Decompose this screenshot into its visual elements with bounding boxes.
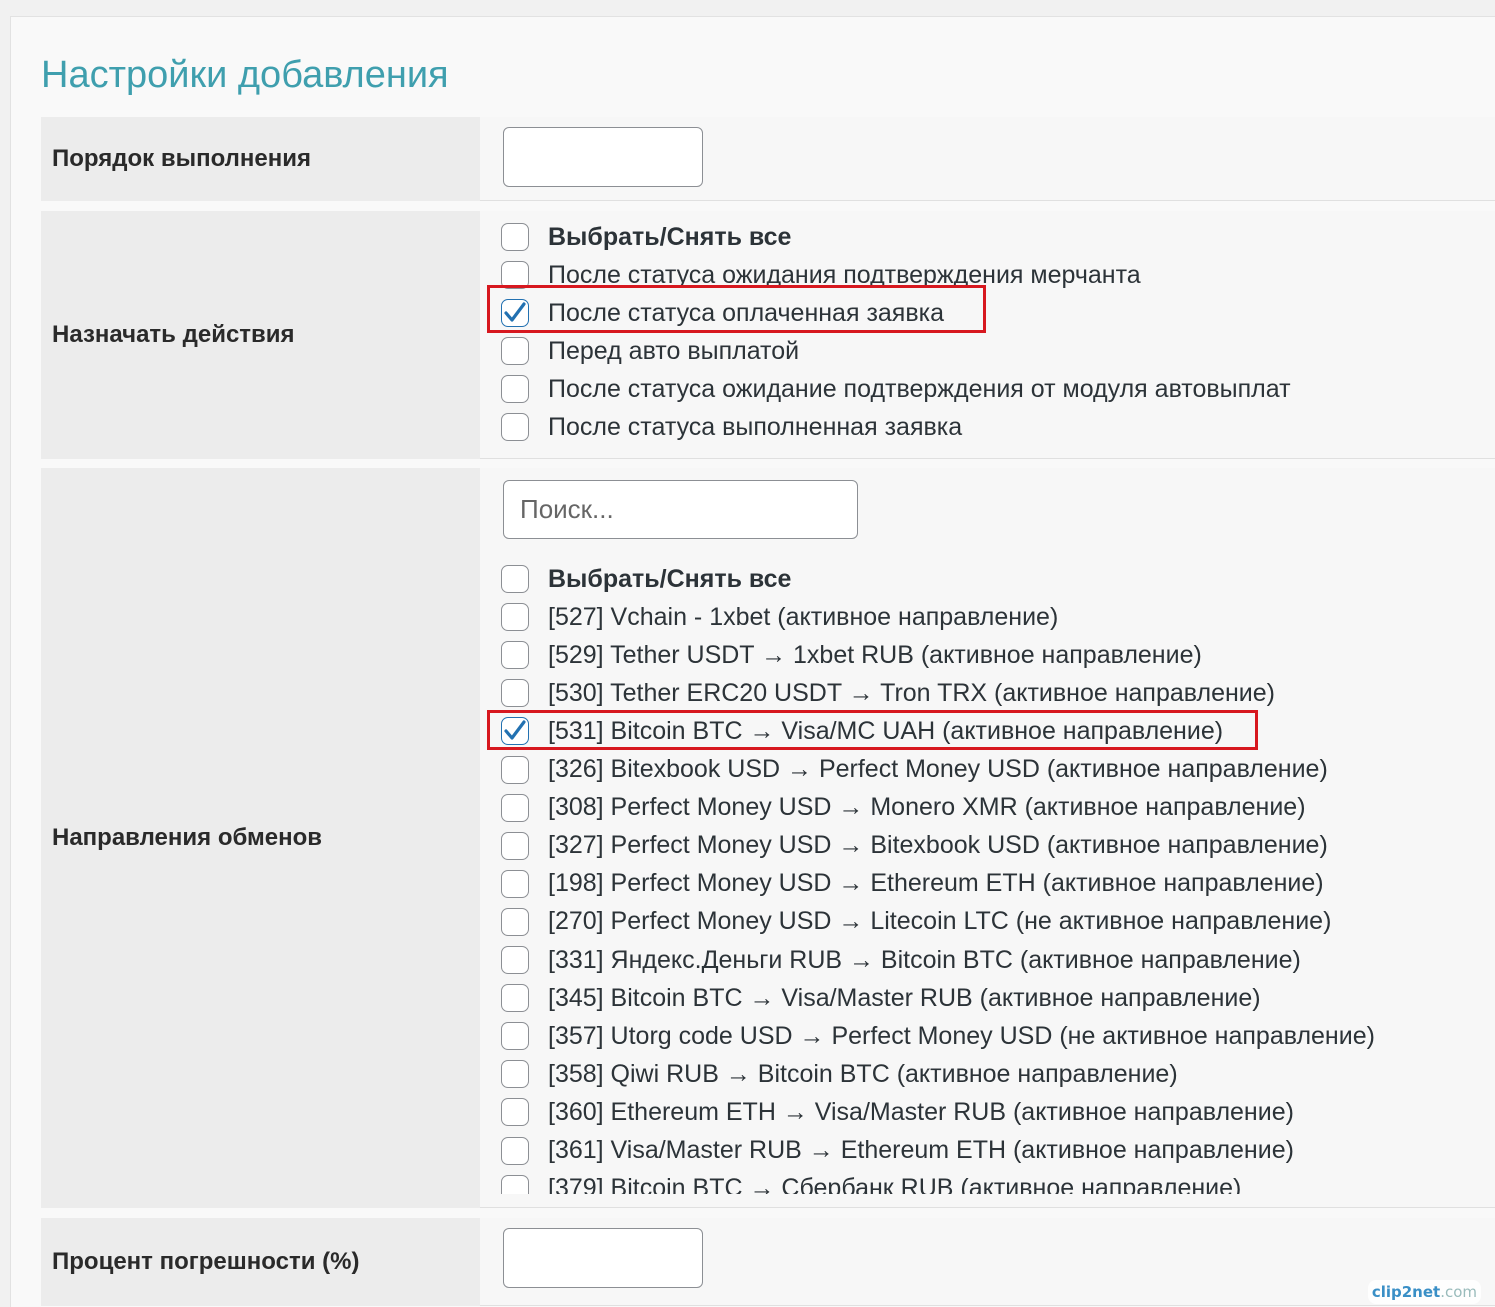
- direction-item-label: [360] Ethereum ETH → Visa/Master RUB (ак…: [548, 1097, 1294, 1126]
- direction-item-label: [308] Perfect Money USD → Monero XMR (ак…: [548, 793, 1306, 822]
- row-directions: Направления обменов Выбрать/Снять все [52…: [41, 468, 1495, 1208]
- actions-label: Назначать действия: [41, 211, 480, 459]
- direction-item[interactable]: [326] Bitexbook USD → Perfect Money USD …: [501, 751, 1328, 789]
- direction-item[interactable]: [308] Perfect Money USD → Monero XMR (ак…: [501, 789, 1306, 827]
- error-percent-value-cell: [480, 1218, 1495, 1306]
- order-value-cell: [480, 117, 1495, 201]
- direction-item-label: [331] Яндекс.Деньги RUB → Bitcoin BTC (а…: [548, 945, 1301, 974]
- direction-item[interactable]: [531] Bitcoin BTC → Visa/MC UAH (активно…: [501, 712, 1223, 750]
- checkbox[interactable]: [501, 603, 529, 632]
- direction-item-label: [327] Perfect Money USD → Bitexbook USD …: [548, 831, 1328, 860]
- row-order: Порядок выполнения: [41, 117, 1495, 201]
- direction-item[interactable]: [527] Vchain - 1xbet (активное направлен…: [501, 598, 1058, 636]
- direction-item-label: [345] Bitcoin BTC → Visa/Master RUB (акт…: [548, 983, 1261, 1012]
- direction-item[interactable]: [358] Qiwi RUB → Bitcoin BTC (активное н…: [501, 1055, 1178, 1093]
- error-percent-input[interactable]: [503, 1228, 703, 1288]
- checkbox[interactable]: [501, 1098, 529, 1127]
- direction-item[interactable]: [357] Utorg code USD → Perfect Money USD…: [501, 1017, 1375, 1055]
- directions-value-cell: Выбрать/Снять все [527] Vchain - 1xbet (а…: [480, 468, 1495, 1208]
- watermark-brand: clip2net: [1371, 1283, 1441, 1301]
- direction-item[interactable]: [360] Ethereum ETH → Visa/Master RUB (ак…: [501, 1093, 1294, 1131]
- checkbox[interactable]: [501, 793, 529, 822]
- direction-item[interactable]: [361] Visa/Master RUB → Ethereum ETH (ак…: [501, 1132, 1294, 1170]
- direction-item-label: [529] Tether USDT → 1xbet RUB (активное …: [548, 640, 1202, 669]
- direction-item-label: [326] Bitexbook USD → Perfect Money USD …: [548, 755, 1328, 783]
- action-item[interactable]: После статуса выполненная заявка: [501, 408, 962, 446]
- direction-item[interactable]: [345] Bitcoin BTC → Visa/Master RUB (акт…: [501, 979, 1261, 1017]
- direction-item[interactable]: [331] Яндекс.Деньги RUB → Bitcoin BTC (а…: [501, 941, 1301, 979]
- direction-item[interactable]: [379] Bitcoin BTC → Сбербанк RUB (активн…: [501, 1170, 1241, 1194]
- action-item[interactable]: Выбрать/Снять все: [501, 218, 791, 256]
- checkbox[interactable]: [501, 641, 529, 670]
- row-error-percent: Процент погрешности (%): [41, 1218, 1495, 1306]
- action-item[interactable]: После статуса ожидание подтверждения от …: [501, 370, 1291, 408]
- checkbox[interactable]: [501, 1060, 529, 1089]
- direction-item[interactable]: [529] Tether USDT → 1xbet RUB (активное …: [501, 636, 1202, 674]
- checkbox[interactable]: [501, 1174, 529, 1194]
- checkbox[interactable]: [501, 337, 529, 365]
- direction-item-label: [531] Bitcoin BTC → Visa/MC UAH (активно…: [548, 716, 1224, 745]
- checkbox[interactable]: [501, 299, 529, 327]
- checkbox[interactable]: [501, 261, 529, 289]
- direction-item-label: Выбрать/Снять все: [548, 564, 792, 593]
- action-item[interactable]: После статуса оплаченная заявка: [501, 294, 944, 332]
- checkbox[interactable]: [501, 565, 529, 593]
- order-input[interactable]: [503, 127, 703, 187]
- checkbox[interactable]: [501, 375, 529, 403]
- checkmark-icon: [504, 302, 526, 322]
- direction-item-label: [530] Tether ERC20 USDT → Tron TRX (акти…: [548, 678, 1275, 707]
- row-actions: Назначать действия Выбрать/Снять все Посл…: [41, 211, 1495, 459]
- directions-label: Направления обменов: [41, 468, 480, 1208]
- direction-item[interactable]: Выбрать/Снять все: [501, 560, 791, 598]
- direction-item[interactable]: [327] Perfect Money USD → Bitexbook USD …: [501, 827, 1328, 865]
- direction-item[interactable]: [198] Perfect Money USD → Ethereum ETH (…: [501, 865, 1324, 903]
- direction-item-label: [270] Perfect Money USD → Litecoin LTC (…: [548, 907, 1332, 936]
- direction-item-label: [358] Qiwi RUB → Bitcoin BTC (активное н…: [548, 1059, 1178, 1088]
- checkbox[interactable]: [501, 755, 529, 784]
- action-item-label: После статуса выполненная заявка: [548, 412, 963, 441]
- watermark-domain: .com: [1440, 1283, 1477, 1301]
- checkbox[interactable]: [501, 984, 529, 1013]
- action-item-label: Перед авто выплатой: [548, 336, 800, 365]
- directions-search-input[interactable]: [503, 480, 858, 539]
- action-item-label: После статуса ожидания подтверждения мер…: [548, 260, 1141, 289]
- checkbox[interactable]: [501, 946, 529, 974]
- direction-item-label: [361] Visa/Master RUB → Ethereum ETH (ак…: [548, 1136, 1294, 1164]
- checkmark-icon: [504, 720, 526, 740]
- checkbox[interactable]: [501, 1022, 529, 1051]
- checkbox[interactable]: [501, 223, 529, 251]
- checkbox[interactable]: [501, 831, 529, 860]
- direction-item[interactable]: [270] Perfect Money USD → Litecoin LTC (…: [501, 903, 1331, 941]
- direction-item-label: [527] Vchain - 1xbet (активное направлен…: [548, 602, 1059, 631]
- action-item[interactable]: Перед авто выплатой: [501, 332, 799, 370]
- checkbox[interactable]: [501, 679, 529, 708]
- checkbox[interactable]: [501, 1136, 529, 1165]
- direction-item-label: [357] Utorg code USD → Perfect Money USD…: [548, 1021, 1375, 1050]
- action-item[interactable]: После статуса ожидания подтверждения мер…: [501, 256, 1141, 294]
- actions-value-cell: Выбрать/Снять все После статуса ожидания …: [480, 211, 1495, 459]
- directions-scroll-area[interactable]: Выбрать/Снять все [527] Vchain - 1xbet (а…: [480, 560, 1480, 1194]
- checkbox[interactable]: [501, 907, 529, 936]
- checkbox[interactable]: [501, 869, 529, 898]
- direction-item[interactable]: [530] Tether ERC20 USDT → Tron TRX (акти…: [501, 674, 1275, 712]
- action-item-label: Выбрать/Снять все: [548, 222, 792, 251]
- direction-item-label: [198] Perfect Money USD → Ethereum ETH (…: [548, 869, 1324, 898]
- action-item-label: После статуса оплаченная заявка: [548, 298, 945, 327]
- action-item-label: После статуса ожидание подтверждения от …: [548, 374, 1291, 403]
- order-label: Порядок выполнения: [41, 117, 480, 201]
- error-percent-label: Процент погрешности (%): [41, 1218, 480, 1306]
- direction-item-label: [379] Bitcoin BTC → Сбербанк RUB (активн…: [548, 1174, 1242, 1194]
- checkbox[interactable]: [501, 413, 529, 441]
- checkbox[interactable]: [501, 717, 529, 746]
- watermark: clip2net.com: [1367, 1280, 1481, 1304]
- page-title: Настройки добавления: [41, 54, 449, 96]
